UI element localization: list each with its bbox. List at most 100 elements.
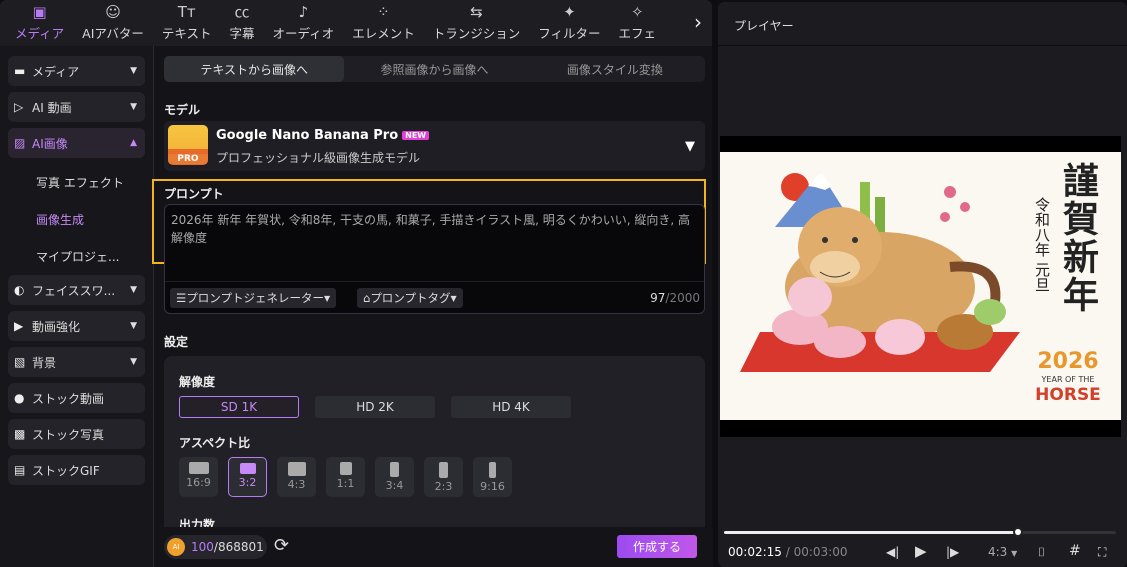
create-button[interactable]: 作成する <box>617 535 697 558</box>
nav-tab-6[interactable]: ⇆ トランジション <box>424 1 530 46</box>
face-icon: ◐ <box>14 283 25 297</box>
grid-icon[interactable]: # <box>1069 543 1081 559</box>
aspect-1x1[interactable]: 1:1 <box>326 457 365 497</box>
model-label: モデル <box>164 103 201 117</box>
aspect-9x16[interactable]: 9:16 <box>473 457 512 497</box>
label: AI画像 <box>32 136 68 151</box>
refresh-icon[interactable]: ⟳ <box>274 535 289 556</box>
prompt-toolbar: ☰ プロンプトジェネレーター ▼ ⌂ プロンプトタグ ▼ 97/2000 <box>165 281 704 313</box>
aspect-label: 4:3 <box>287 478 306 491</box>
pro-label: PRO <box>168 154 208 164</box>
sidebar-item-background[interactable]: ▧ 背景 ▼ <box>8 347 145 377</box>
sidebar: ▬ メディア ▼ ▷ AI 動画 ▼ ▨ AI画像 ▲ 写真 エフェクト 画像生成 マイプロ… <box>0 46 153 567</box>
sidebar-item-stock-photo[interactable]: ▩ ストック写真 <box>8 419 145 449</box>
chevron-right-icon[interactable]: › <box>694 10 702 34</box>
snapshot-icon[interactable]: ⌷ <box>1038 545 1045 560</box>
sidebar-item-enhance[interactable]: ▶ 動画強化 ▼ <box>8 311 145 341</box>
sidebar-item-ai-video[interactable]: ▷ AI 動画 ▼ <box>8 92 145 122</box>
tab-style-transfer[interactable]: 画像スタイル変換 <box>525 56 705 82</box>
label: ストック動画 <box>32 391 105 406</box>
nav-tab-7[interactable]: ✦ フィルター <box>529 1 609 46</box>
seek-progress <box>724 531 1018 534</box>
image-year: 2026 <box>1037 349 1099 374</box>
ratio-select[interactable]: 4:3 ▼ <box>988 545 1017 559</box>
prompt-generator-button[interactable]: ☰ プロンプトジェネレーター ▼ <box>170 288 337 308</box>
model-select[interactable]: PRO Google Nano Banana Pro NEW プロフェッショナル級… <box>164 121 705 171</box>
caret-down-icon: ▼ <box>130 102 137 112</box>
aspect-label: 3:4 <box>385 479 404 492</box>
aspect-label: 2:3 <box>434 480 453 493</box>
transition-icon: ⇆ <box>470 3 483 21</box>
footer-bar: AI 100/868801 ⟳ 作成する <box>154 527 713 567</box>
sidebar-sub-image-generation[interactable]: 画像生成 <box>8 201 145 238</box>
max: /2000 <box>665 291 700 305</box>
preview-frame: 謹賀新年 令和八年 元旦 2026 YEAR OF THE HORSE <box>720 136 1121 437</box>
caret-down-icon: ▼ <box>130 357 137 367</box>
sidebar-item-ai-image[interactable]: ▨ AI画像 ▲ <box>8 128 145 158</box>
audio-icon: ♪ <box>298 3 309 21</box>
aspect-2x3[interactable]: 2:3 <box>424 457 463 497</box>
gif-icon: ▤ <box>14 463 26 477</box>
prompt-text[interactable]: 2026年 新年 年賀状, 令和8年, 干支の馬, 和菓子, 手描きイラスト風,… <box>171 211 698 247</box>
caret-down-icon: ▼ <box>130 285 137 295</box>
label: AI 動画 <box>32 100 72 115</box>
sidebar-item-stock-gif[interactable]: ▤ ストックGIF <box>8 455 145 485</box>
caret-down-icon: ▼ <box>130 66 137 76</box>
tab-reference-to-image[interactable]: 参照画像から画像へ <box>344 56 524 82</box>
resolution-hd2k[interactable]: HD 2K <box>315 396 435 418</box>
nav-tab-5[interactable]: ⁘ エレメント <box>343 1 424 46</box>
seek-bar[interactable] <box>724 527 1116 537</box>
sidebar-item-face-swap[interactable]: ◐ フェイススワ... ▼ <box>8 275 145 305</box>
sidebar-item-stock-video[interactable]: ● ストック動画 <box>8 383 145 413</box>
label: フェイススワ... <box>32 283 116 298</box>
caret-down-icon[interactable]: ▼ <box>685 139 695 154</box>
aspect-shape-icon <box>439 462 448 478</box>
folder-icon: ▬ <box>14 64 26 78</box>
tab-text-to-image[interactable]: テキストから画像へ <box>164 56 345 82</box>
prompt-label: プロンプト <box>164 187 224 201</box>
main-panel: テキストから画像へ 参照画像から画像へ 画像スタイル変換 モデル PRO Goo… <box>152 46 713 567</box>
aspect-label: 1:1 <box>336 477 355 490</box>
prompt-input[interactable]: 2026年 新年 年賀状, 令和8年, 干支の馬, 和菓子, 手描きイラスト風,… <box>164 204 705 314</box>
sidebar-sub-my-projects[interactable]: マイプロジェ... <box>8 238 145 275</box>
nav-label: AIアバター <box>82 26 144 41</box>
mode-tabs: テキストから画像へ 参照画像から画像へ 画像スタイル変換 <box>164 56 705 82</box>
prompt-tag-button[interactable]: ⌂ プロンプトタグ ▼ <box>357 288 463 308</box>
nav-label: エレメント <box>352 26 415 41</box>
prev-frame-icon[interactable]: ◀| <box>886 545 899 559</box>
resolution-sd1k[interactable]: SD 1K <box>179 396 299 418</box>
aspect-label: 16:9 <box>186 476 211 489</box>
nav-tab-3[interactable]: ㏄字幕 <box>221 1 264 46</box>
image-icon: ▨ <box>14 136 26 150</box>
model-name: Google Nano Banana Pro NEW <box>216 128 430 143</box>
aspect-3x2[interactable]: 3:2 <box>228 457 267 497</box>
aspect-3x4[interactable]: 3:4 <box>375 457 414 497</box>
fullscreen-icon[interactable]: ⛶ <box>1098 545 1106 560</box>
nav-tab-2[interactable]: Tт テキスト <box>153 1 221 46</box>
nav-tab-0[interactable]: ▣ メディア <box>6 1 73 46</box>
nav-tab-8[interactable]: ✧ エフェ <box>609 1 665 46</box>
nav-tab-4[interactable]: ♪ オーディオ <box>264 1 344 46</box>
background-icon: ▧ <box>14 355 26 369</box>
seek-handle[interactable] <box>1013 527 1023 537</box>
sidebar-item-media[interactable]: ▬ メディア ▼ <box>8 56 145 86</box>
element-icon: ⁘ <box>377 3 390 21</box>
play-icon[interactable]: ▶ <box>915 542 927 560</box>
next-frame-icon[interactable]: |▶ <box>946 545 959 559</box>
nav-label: トランジション <box>432 26 521 41</box>
total-time: / 00:03:00 <box>781 545 848 559</box>
label: プロンプトタグ <box>370 291 451 305</box>
nav-label: テキスト <box>161 26 212 41</box>
caret-down-icon: ▼ <box>130 321 137 331</box>
aspect-4x3[interactable]: 4:3 <box>277 457 316 497</box>
sidebar-sub-photo-effect[interactable]: 写真 エフェクト <box>8 164 145 201</box>
nav-tab-1[interactable]: ☺ AIアバター <box>73 1 153 46</box>
resolution-hd4k[interactable]: HD 4K <box>451 396 571 418</box>
label: メディア <box>32 64 80 79</box>
aspect-label: アスペクト比 <box>179 436 251 450</box>
settings-label: 設定 <box>164 335 189 349</box>
aspect-16x9[interactable]: 16:9 <box>179 457 218 497</box>
preview-image: 謹賀新年 令和八年 元旦 2026 YEAR OF THE HORSE <box>720 152 1121 420</box>
caret-up-icon: ▲ <box>130 138 137 148</box>
model-description: プロフェッショナル級画像生成モデル <box>216 151 421 165</box>
